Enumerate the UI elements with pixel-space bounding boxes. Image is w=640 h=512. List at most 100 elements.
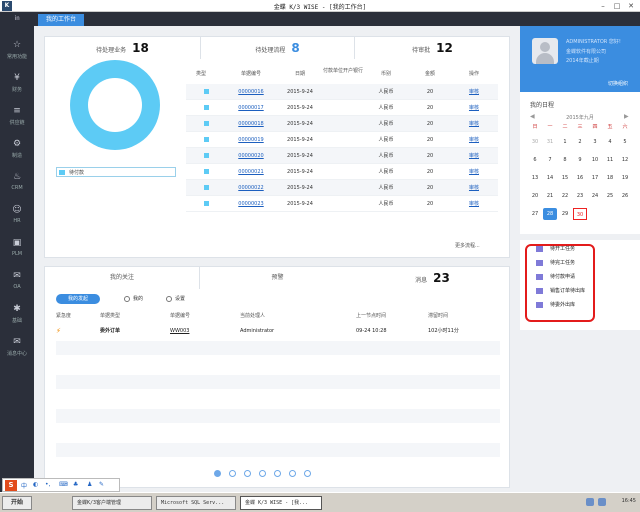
table-row[interactable]: 00000023 2015-9-24 人民币 20 审核: [186, 196, 498, 212]
filter-mine[interactable]: 我的: [124, 294, 143, 304]
task-item[interactable]: 待开工任务: [536, 244, 594, 254]
sidebar-item-6[interactable]: ▣ PLM: [0, 232, 34, 266]
tab-pending-process[interactable]: 待处理流程 8: [200, 37, 355, 59]
pagination-dot[interactable]: [214, 470, 221, 477]
taskbar-item[interactable]: Microsoft SQL Serv...: [156, 496, 236, 510]
ime-punct-icon[interactable]: •,: [45, 481, 50, 488]
approve-link[interactable]: 审核: [454, 164, 494, 180]
sidebar-item-8[interactable]: ✱ 基础: [0, 298, 34, 332]
sidebar-item-2[interactable]: ≡ 供应链: [0, 100, 34, 134]
calendar-day[interactable]: 6: [528, 154, 542, 166]
table-row[interactable]: 00000022 2015-9-24 人民币 20 审核: [186, 180, 498, 196]
doc-number-link[interactable]: 00000022: [226, 180, 276, 196]
taskbar-item[interactable]: 金蝶K/3客户端管理: [72, 496, 152, 510]
sidebar-item-5[interactable]: ☺ HR: [0, 199, 34, 233]
approve-link[interactable]: 审核: [454, 116, 494, 132]
home-nav-button[interactable]: ㏌: [0, 12, 34, 26]
calendar-day[interactable]: 4: [603, 136, 617, 148]
calendar-day[interactable]: 30: [528, 136, 542, 148]
table-row[interactable]: 00000019 2015-9-24 人民币 20 审核: [186, 132, 498, 148]
calendar-day[interactable]: 17: [588, 172, 602, 184]
tab-pending-approval[interactable]: 待审批 12: [355, 37, 510, 59]
tab-pending-business[interactable]: 待处理业务 18: [45, 37, 200, 59]
doc-number-link[interactable]: 00000020: [226, 148, 276, 164]
table-row[interactable]: 00000021 2015-9-24 人民币 20 审核: [186, 164, 498, 180]
tab-my-workbench[interactable]: 我的工作台: [38, 14, 84, 26]
more-link[interactable]: 更多流程...: [455, 242, 480, 249]
calendar-day[interactable]: 28: [543, 208, 557, 220]
calendar-day[interactable]: 30: [573, 208, 587, 220]
calendar-day[interactable]: 27: [528, 208, 542, 220]
calendar-day[interactable]: 21: [543, 190, 557, 202]
calendar-day[interactable]: 9: [573, 154, 587, 166]
doc-number-link[interactable]: 00000019: [226, 132, 276, 148]
calendar-day[interactable]: 22: [558, 190, 572, 202]
calendar-day[interactable]: 14: [543, 172, 557, 184]
sidebar-item-3[interactable]: ⚙ 制造: [0, 133, 34, 167]
minimize-button[interactable]: –: [596, 1, 610, 11]
approve-link[interactable]: 审核: [454, 100, 494, 116]
calendar-day[interactable]: 10: [588, 154, 602, 166]
table-row[interactable]: 00000018 2015-9-24 人民币 20 审核: [186, 116, 498, 132]
task-item[interactable]: 销售订单待出库: [536, 286, 594, 296]
calendar-day[interactable]: 7: [543, 154, 557, 166]
calendar-day[interactable]: 8: [558, 154, 572, 166]
doc-number-link[interactable]: WW003: [170, 324, 189, 338]
calendar-day[interactable]: 12: [618, 154, 632, 166]
approve-link[interactable]: 审核: [454, 132, 494, 148]
ime-keyboard-icon[interactable]: ⌨: [59, 481, 68, 488]
calendar-day[interactable]: 11: [603, 154, 617, 166]
calendar-day[interactable]: 15: [558, 172, 572, 184]
ime-tools-icon[interactable]: ✎: [99, 481, 104, 488]
tab-messages[interactable]: 消息 23: [355, 267, 510, 289]
avatar[interactable]: [532, 38, 558, 64]
filter-my-initiated[interactable]: 我的发起: [56, 294, 100, 304]
calendar-day[interactable]: 31: [543, 136, 557, 148]
approve-link[interactable]: 审核: [454, 148, 494, 164]
ime-moon-icon[interactable]: ◐: [33, 481, 38, 488]
pagination-dot[interactable]: [229, 470, 236, 477]
approve-link[interactable]: 审核: [454, 180, 494, 196]
tab-my-watch[interactable]: 我的关注: [45, 267, 200, 289]
calendar-day[interactable]: 19: [618, 172, 632, 184]
taskbar-item-active[interactable]: 金蝶 K/3 WISE - [我...: [240, 496, 322, 510]
sidebar-item-4[interactable]: ♨ CRM: [0, 166, 34, 200]
calendar-day[interactable]: 25: [603, 190, 617, 202]
sogou-logo-icon[interactable]: S: [5, 480, 17, 491]
calendar-day[interactable]: 26: [618, 190, 632, 202]
table-row[interactable]: 00000017 2015-9-24 人民币 20 审核: [186, 100, 498, 116]
calendar-day[interactable]: 29: [558, 208, 572, 220]
task-item[interactable]: 待完工任务: [536, 258, 594, 268]
task-item[interactable]: 待付款申请: [536, 272, 594, 282]
sidebar-item-7[interactable]: ✉ OA: [0, 265, 34, 299]
close-button[interactable]: ✕: [624, 1, 638, 11]
sidebar-item-1[interactable]: ¥ 财务: [0, 67, 34, 101]
doc-number-link[interactable]: 00000017: [226, 100, 276, 116]
doc-number-link[interactable]: 00000023: [226, 196, 276, 212]
sidebar-item-0[interactable]: ☆ 常用功能: [0, 34, 34, 68]
start-button[interactable]: 开始: [2, 496, 32, 510]
calendar-day[interactable]: 3: [588, 136, 602, 148]
pagination-dot[interactable]: [259, 470, 266, 477]
calendar-day[interactable]: 16: [573, 172, 587, 184]
switch-org-link[interactable]: 切换组织: [608, 80, 628, 87]
tray-network-icon[interactable]: [586, 498, 594, 506]
tray-volume-icon[interactable]: [598, 498, 606, 506]
table-row[interactable]: 00000016 2015-9-24 人民币 20 审核: [186, 84, 498, 100]
task-item[interactable]: 待委外出库: [536, 300, 594, 310]
ime-user-icon[interactable]: ♟: [87, 481, 92, 488]
calendar-day[interactable]: 2: [573, 136, 587, 148]
calendar-day[interactable]: 24: [588, 190, 602, 202]
calendar-day[interactable]: 13: [528, 172, 542, 184]
pagination-dot[interactable]: [289, 470, 296, 477]
approve-link[interactable]: 审核: [454, 84, 494, 100]
sidebar-item-9[interactable]: ✉ 消息中心: [0, 331, 34, 365]
table-row[interactable]: 00000020 2015-9-24 人民币 20 审核: [186, 148, 498, 164]
ime-skin-icon[interactable]: ♣: [73, 481, 78, 488]
calendar-day[interactable]: 1: [558, 136, 572, 148]
tab-alerts[interactable]: 预警: [200, 267, 355, 289]
calendar-day[interactable]: 23: [573, 190, 587, 202]
table-row[interactable]: ⚡ 委外订单 WW003 Administrator 09-24 10:28 102小时1…: [56, 324, 500, 338]
maximize-button[interactable]: □: [610, 1, 624, 11]
pagination-dot[interactable]: [304, 470, 311, 477]
